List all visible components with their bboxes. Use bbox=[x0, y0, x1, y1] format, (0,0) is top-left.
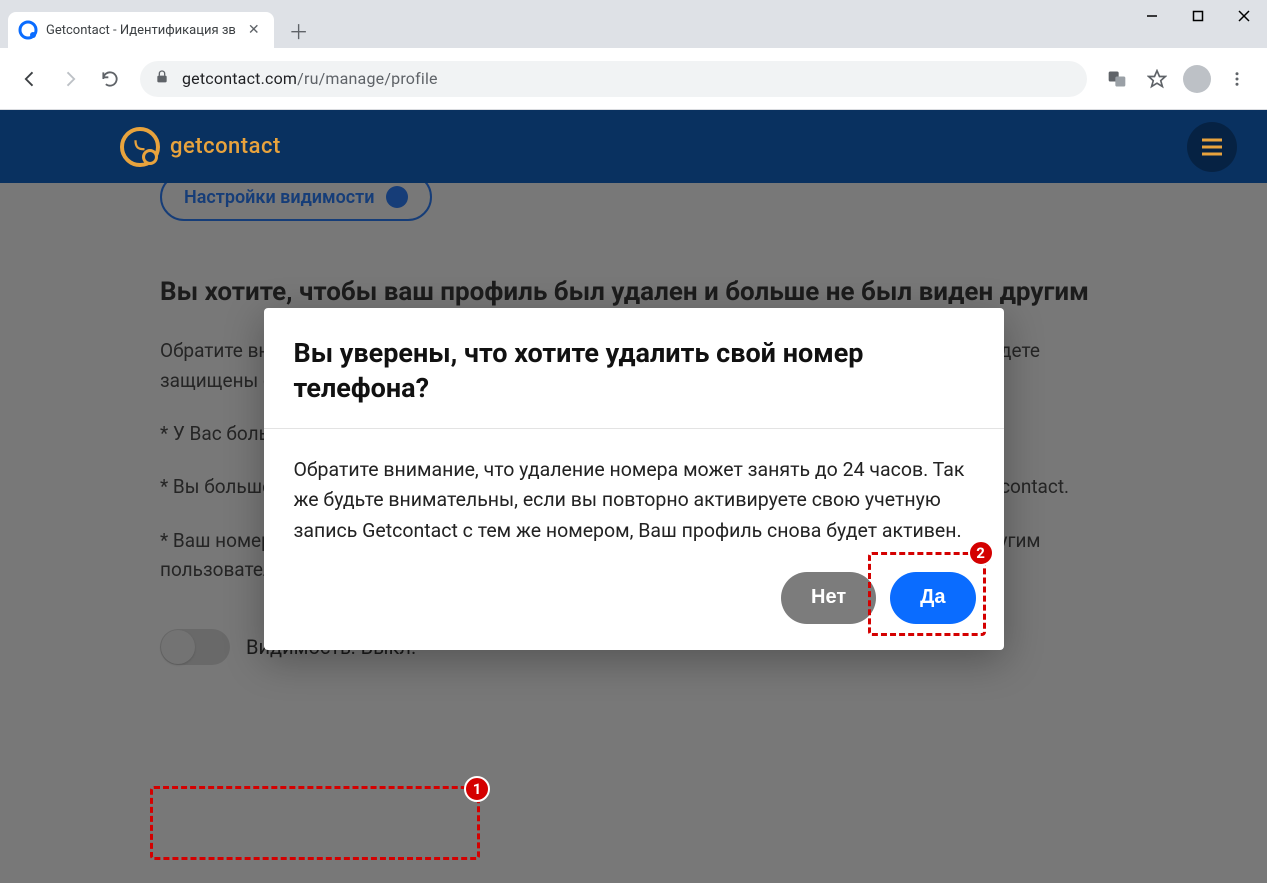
modal-actions: Нет Да bbox=[264, 556, 1004, 650]
back-button[interactable] bbox=[12, 61, 48, 97]
new-tab-button[interactable]: ＋ bbox=[284, 15, 314, 45]
modal-overlay: Вы уверены, что хотите удалить свой номе… bbox=[0, 110, 1267, 883]
lock-icon bbox=[154, 69, 170, 89]
annotation-badge-1: 1 bbox=[464, 776, 490, 802]
modal-body: Обратите внимание, что удаление номера м… bbox=[264, 429, 1004, 556]
window-close-icon[interactable] bbox=[1221, 0, 1267, 32]
browser-toolbar: getcontact.com/ru/manage/profile bbox=[0, 48, 1267, 110]
kebab-menu-icon[interactable] bbox=[1219, 61, 1255, 97]
forward-button[interactable] bbox=[52, 61, 88, 97]
url-text: getcontact.com/ru/manage/profile bbox=[182, 69, 1073, 88]
annotation-badge-2: 2 bbox=[968, 540, 994, 566]
modal-yes-button[interactable]: Да bbox=[890, 572, 975, 624]
browser-tab[interactable]: Getcontact - Идентификация зв ✕ bbox=[8, 12, 274, 48]
brand-logo[interactable]: getcontact bbox=[120, 127, 281, 167]
brand-text: getcontact bbox=[170, 134, 281, 159]
modal-title: Вы уверены, что хотите удалить свой номе… bbox=[294, 336, 974, 406]
confirm-modal: Вы уверены, что хотите удалить свой номе… bbox=[264, 308, 1004, 650]
address-bar[interactable]: getcontact.com/ru/manage/profile bbox=[140, 61, 1087, 97]
bookmark-star-icon[interactable] bbox=[1139, 61, 1175, 97]
page-viewport: getcontact Настройки видимости Вы хотите… bbox=[0, 110, 1267, 883]
modal-no-button[interactable]: Нет bbox=[781, 572, 876, 624]
translate-icon[interactable] bbox=[1099, 61, 1135, 97]
favicon-getcontact-icon bbox=[18, 20, 38, 40]
menu-button[interactable] bbox=[1187, 122, 1237, 172]
tab-title: Getcontact - Идентификация зв bbox=[46, 23, 236, 38]
browser-tab-strip: Getcontact - Идентификация зв ✕ ＋ bbox=[0, 0, 1267, 48]
modal-header: Вы уверены, что хотите удалить свой номе… bbox=[264, 308, 1004, 429]
logo-icon bbox=[120, 127, 160, 167]
window-controls bbox=[1129, 0, 1267, 40]
reload-button[interactable] bbox=[92, 61, 128, 97]
window-maximize-icon[interactable] bbox=[1175, 0, 1221, 32]
profile-avatar-icon[interactable] bbox=[1183, 65, 1211, 93]
site-header: getcontact bbox=[0, 110, 1267, 183]
tab-close-icon[interactable]: ✕ bbox=[244, 20, 264, 40]
window-minimize-icon[interactable] bbox=[1129, 0, 1175, 32]
